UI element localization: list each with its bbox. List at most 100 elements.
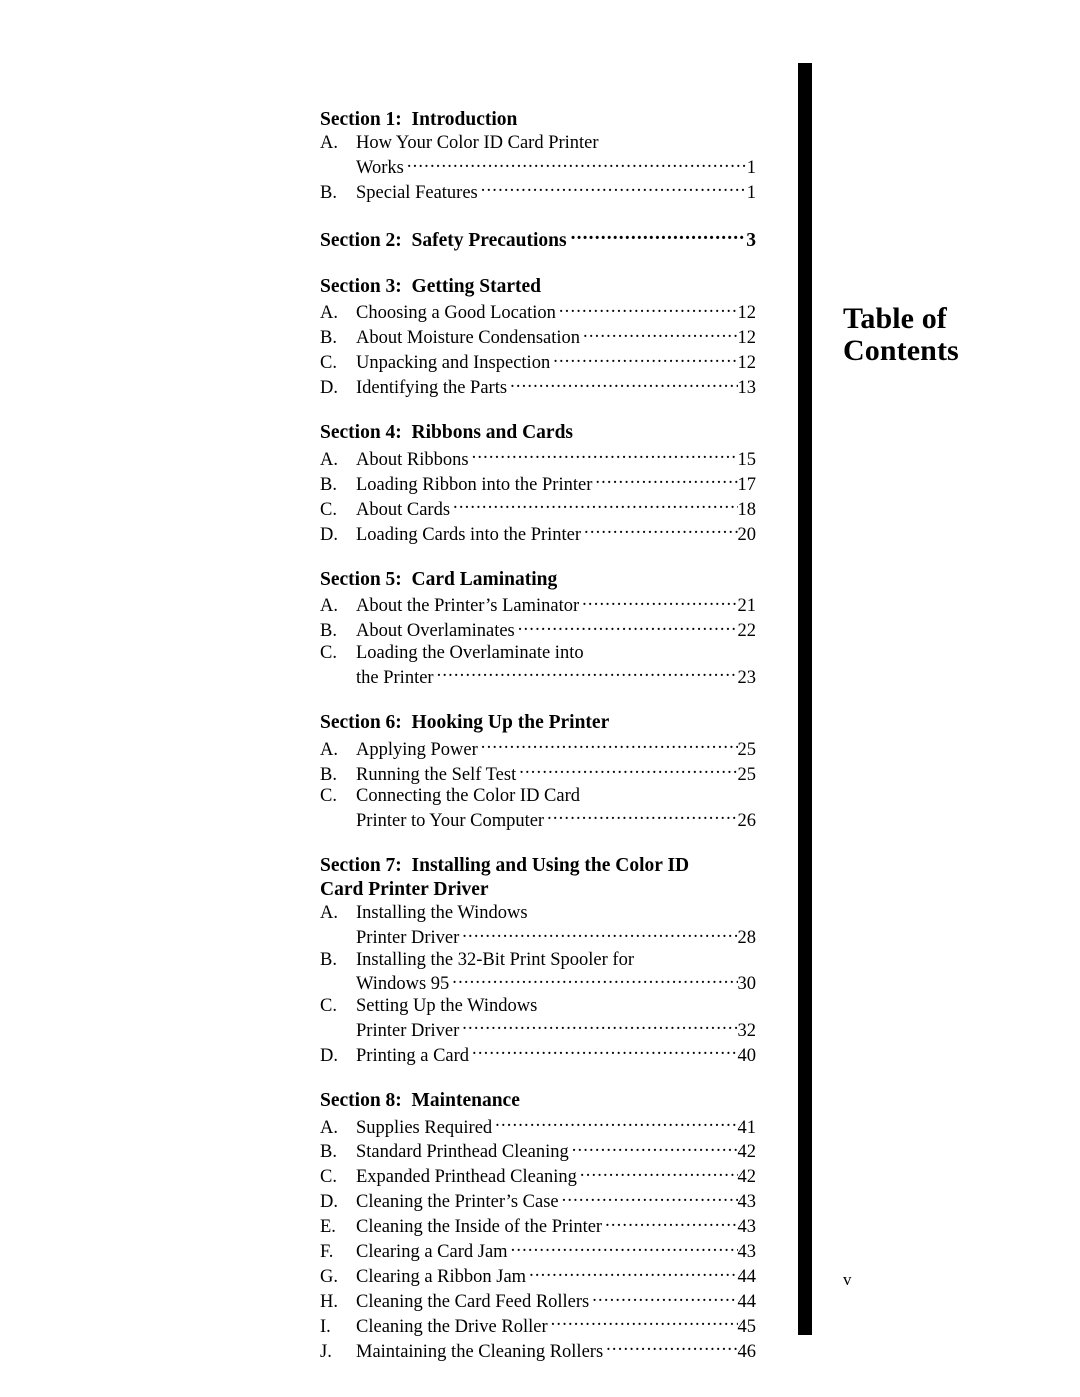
toc-section-heading-text: Section 8: Maintenance [320,1090,520,1112]
toc-entry[interactable]: C. Connecting the Color ID Card [320,786,756,807]
toc-section-heading[interactable]: Section 5: Card Laminating [320,568,756,592]
toc-entry[interactable]: D. Loading Cards into the Printer 20 [320,521,756,546]
toc-entry[interactable]: A. Supplies Required 41 [320,1114,756,1139]
toc-page-number: 13 [737,377,757,398]
toc-entry-title: Printer to Your Computer [356,810,545,831]
toc-page-number: 17 [737,474,757,495]
toc-entry-title: Choosing a Good Location [356,303,556,324]
toc-section-heading[interactable]: Section 2: Safety Precautions 3 [320,226,756,253]
toc-entry[interactable]: B. Running the Self Test 25 [320,761,756,786]
toc-page-number: 40 [737,1045,757,1066]
toc-entry-title: Special Features [356,182,478,203]
toc-entry-body: Cleaning the Card Feed Rollers 44 [356,1288,756,1313]
toc-entry[interactable]: A. Applying Power 25 [320,736,756,761]
toc-entry-marker: B. [320,182,337,203]
toc-entry-body: Printer to Your Computer 26 [356,807,756,832]
toc-entry-body: Installing the Windows [356,903,756,924]
toc-entry-body: Setting Up the Windows [356,996,756,1017]
toc-entry-title: Maintaining the Cleaning Rollers [356,1341,604,1362]
toc-entry[interactable]: A.Works1 [320,154,756,179]
toc-entry[interactable]: G. Clearing a Ribbon Jam 44 [320,1264,756,1289]
leader-dots [452,971,737,990]
toc-section-heading-text: Section 1: Introduction [320,109,518,130]
toc-entry-body: Choosing a Good Location 12 [356,300,756,325]
toc-entry-body: Cleaning the Inside of the Printer 43 [356,1214,756,1239]
toc-entry[interactable]: B. About Overlaminates 22 [320,618,756,643]
toc-section: Section 8: Maintenance A. Supplies Require… [320,1089,756,1363]
toc-entry-title: Cleaning the Drive Roller [356,1316,548,1337]
toc-entry[interactable]: D. Identifying the Parts 13 [320,374,756,399]
toc-entry[interactable]: B. Standard Printhead Cleaning 42 [320,1139,756,1164]
toc-entry-body: Clearing a Card Jam 43 [356,1239,756,1264]
toc-section: Section 3: Getting Started A. Choosing a G… [320,275,756,400]
toc-entry[interactable]: C.the Printer23 [320,664,756,689]
page-title-line-2: Contents [843,334,959,367]
leader-dots [437,664,738,683]
toc-entry[interactable]: C. About Cards 18 [320,496,756,521]
toc-section-heading[interactable]: Section 3: Getting Started [320,275,756,299]
toc-entry-body: Standard Printhead Cleaning 42 [356,1139,756,1164]
toc-entry-body: How Your Color ID Card Printer [356,133,756,154]
toc-entry-title: Windows 95 [356,974,450,995]
toc-entry-marker: H. [320,1291,338,1312]
toc-entry[interactable]: H. Cleaning the Card Feed Rollers 44 [320,1288,756,1313]
toc-entry-marker: B. [320,328,337,349]
leader-dots [481,736,738,755]
toc-entry-body: Cleaning the Drive Roller 45 [356,1313,756,1338]
toc-entry[interactable]: E. Cleaning the Inside of the Printer 43 [320,1214,756,1239]
toc-entry-title: Loading Ribbon into the Printer [356,474,593,495]
leader-dots [583,325,737,344]
toc-entry-body: the Printer 23 [356,664,756,689]
toc-entry[interactable]: I. Cleaning the Drive Roller 45 [320,1313,756,1338]
toc-entry-list: A. Applying Power 25 B. Running the Self Tes… [320,736,756,832]
toc-entry[interactable]: B.Windows 9530 [320,971,756,996]
toc-entry[interactable]: A. About the Printer’s Laminator 21 [320,593,756,618]
toc-entry[interactable]: D. Printing a Card 40 [320,1042,756,1067]
toc-entry[interactable]: A. How Your Color ID Card Printer [320,133,756,154]
toc-entry[interactable]: F. Clearing a Card Jam 43 [320,1239,756,1264]
toc-section-heading[interactable]: Section 6: Hooking Up the Printer [320,711,756,735]
toc-section-heading[interactable]: Section 8: Maintenance [320,1089,756,1113]
toc-section-heading[interactable]: Section 7: Installing and Using the Colo… [320,854,756,902]
toc-entry[interactable]: D. Cleaning the Printer’s Case 43 [320,1189,756,1214]
toc-page-number: 12 [737,328,757,349]
toc-entry-body: Loading Ribbon into the Printer 17 [356,471,756,496]
toc-entry[interactable]: C.Printer Driver32 [320,1017,756,1042]
toc-section: Section 7: Installing and Using the Colo… [320,854,756,1067]
vertical-rule-decoration [798,63,812,1335]
toc-entry[interactable]: C. Unpacking and Inspection 12 [320,350,756,375]
toc-page-number: 26 [737,810,757,831]
leader-dots [605,1214,737,1233]
toc-entry[interactable]: B. Loading Ribbon into the Printer 17 [320,471,756,496]
toc-page-number: 1 [746,157,756,178]
toc-entry[interactable]: J. Maintaining the Cleaning Rollers 46 [320,1338,756,1363]
toc-entry-body: Clearing a Ribbon Jam 44 [356,1264,756,1289]
toc-entry[interactable]: C. Loading the Overlaminate into [320,643,756,664]
toc-section-heading[interactable]: Section 1: Introduction [320,108,756,132]
toc-entry-body: Cleaning the Printer’s Case 43 [356,1189,756,1214]
toc-entry-marker: F. [320,1242,334,1263]
leader-dots [584,521,737,540]
toc-entry[interactable]: C. Setting Up the Windows [320,996,756,1017]
toc-entry-title: Applying Power [356,739,478,760]
toc-entry[interactable]: C.Printer to Your Computer26 [320,807,756,832]
toc-page-number: 43 [737,1217,757,1238]
toc-entry[interactable]: A. Installing the Windows [320,903,756,924]
toc-entry[interactable]: A. Choosing a Good Location 12 [320,300,756,325]
toc-entry[interactable]: C. Expanded Printhead Cleaning 42 [320,1164,756,1189]
toc-entry[interactable]: B. Special Features 1 [320,179,756,204]
toc-entry-title: Installing the Windows [356,903,528,924]
toc-entry-title: Works [356,157,404,178]
toc-entry[interactable]: B. About Moisture Condensation 12 [320,325,756,350]
toc-section: Section 2: Safety Precautions 3 [320,226,756,253]
toc-entry[interactable]: B. Installing the 32-Bit Print Spooler fo… [320,950,756,971]
toc-entry-marker: I. [320,1316,331,1337]
toc-section-heading[interactable]: Section 4: Ribbons and Cards [320,421,756,445]
toc-page-number: 18 [737,499,757,520]
toc-entry-marker: C. [320,1167,337,1188]
toc-page-number: 32 [737,1020,757,1041]
toc-entry-title: Cleaning the Card Feed Rollers [356,1291,590,1312]
toc-entry[interactable]: A. About Ribbons 15 [320,446,756,471]
toc-entry[interactable]: A.Printer Driver28 [320,925,756,950]
toc-entry-list: A. Supplies Required 41 B. Standard Printhea… [320,1114,756,1363]
